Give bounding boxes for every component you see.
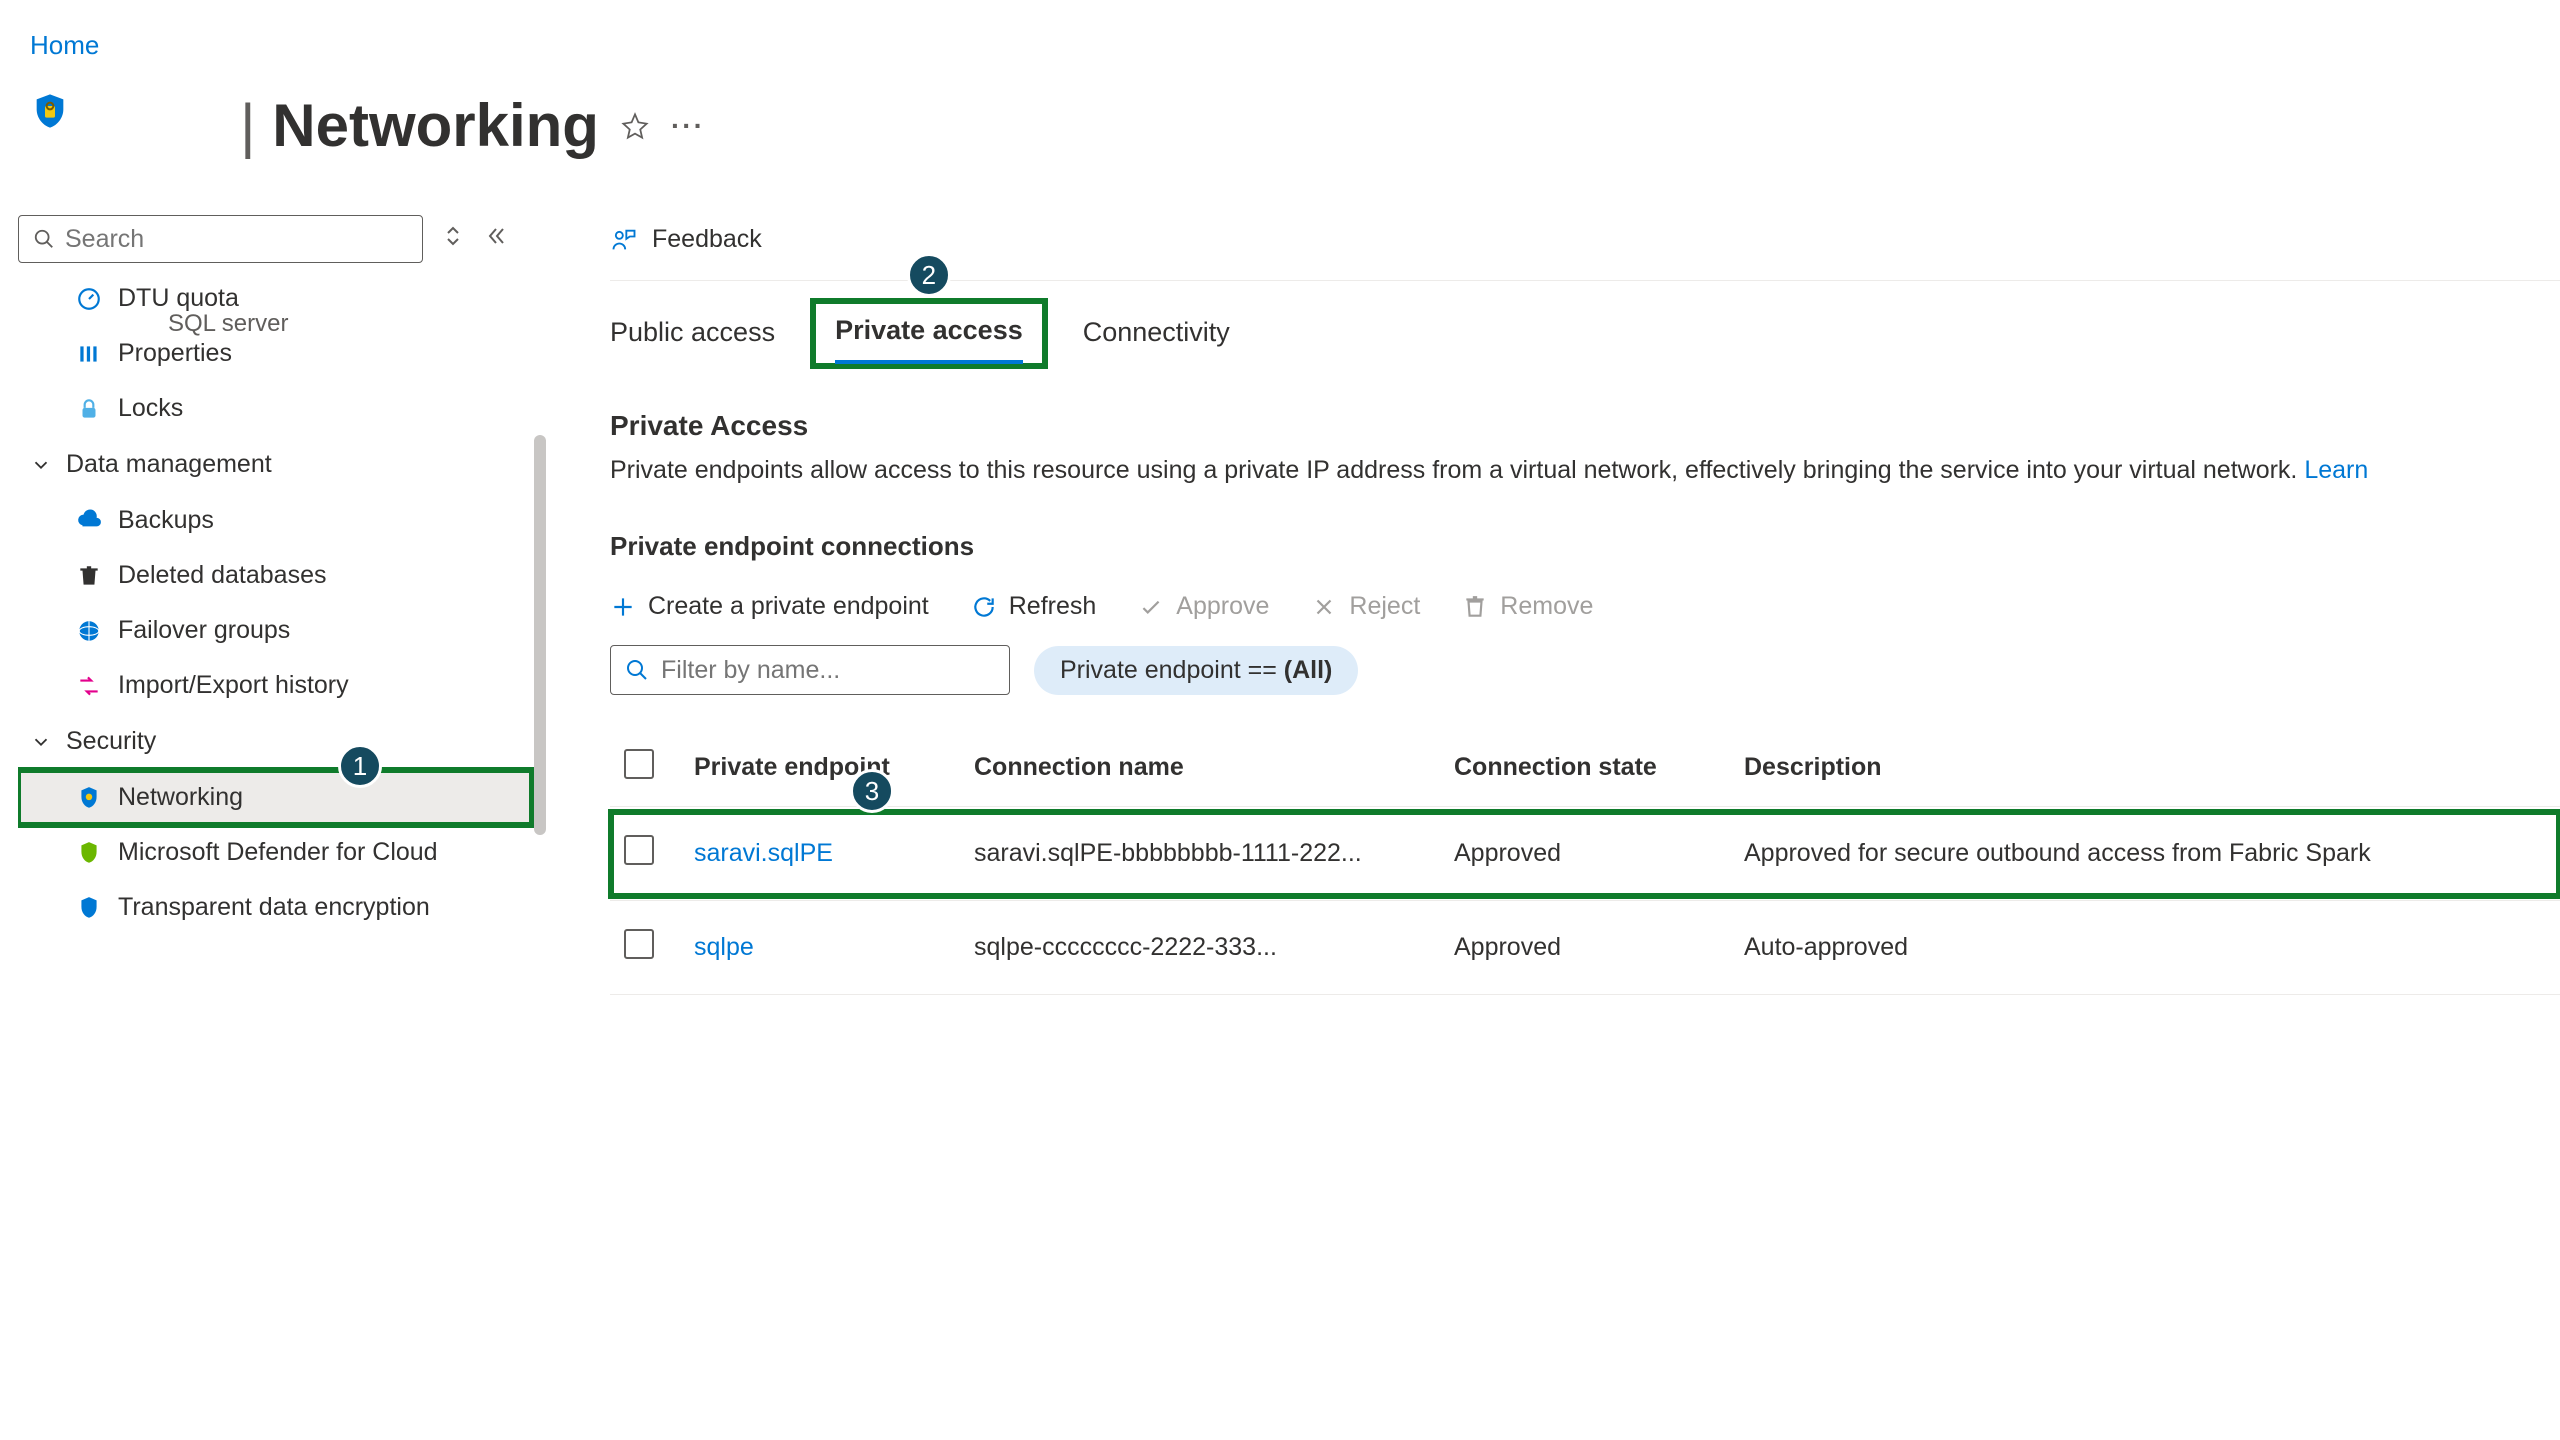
- sidebar-item-label: Failover groups: [118, 616, 290, 645]
- sidebar-search[interactable]: [18, 215, 423, 263]
- private-access-heading: Private Access: [610, 410, 2560, 442]
- collapse-sidebar-icon[interactable]: [483, 224, 517, 255]
- more-icon[interactable]: ···: [671, 110, 705, 142]
- x-icon: [1311, 594, 1337, 620]
- connection-name-cell: saravi.sqlPE-bbbbbbbb-1111-222...: [960, 807, 1440, 901]
- feedback-button[interactable]: Feedback: [610, 215, 2560, 280]
- select-all-checkbox[interactable]: [624, 749, 654, 779]
- sidebar-item-label: Locks: [118, 394, 183, 423]
- annotation-badge-2: 2: [907, 253, 951, 297]
- sidebar-search-input[interactable]: [65, 225, 408, 254]
- reject-button: Reject: [1311, 592, 1420, 621]
- private-access-description: Private endpoints allow access to this r…: [610, 456, 2560, 485]
- gauge-icon: [76, 286, 102, 312]
- table-row[interactable]: sqlpe sqlpe-cccccccc-2222-333... Approve…: [610, 901, 2560, 995]
- sort-icon[interactable]: [441, 224, 465, 255]
- scrollbar-thumb[interactable]: [534, 435, 546, 835]
- page-title: | Networking ···: [90, 91, 2530, 160]
- breadcrumb-home-link[interactable]: Home: [30, 30, 99, 60]
- annotation-badge-3: 3: [850, 769, 894, 813]
- title-separator: |: [240, 92, 256, 159]
- title-text: Networking: [272, 92, 599, 159]
- sidebar-item-import-export[interactable]: Import/Export history: [18, 658, 532, 713]
- pe-link[interactable]: saravi.sqlPE: [694, 839, 833, 867]
- checkmark-icon: [1138, 594, 1164, 620]
- sidebar-item-label: Backups: [118, 506, 214, 535]
- defender-icon: [76, 840, 102, 866]
- shield-lock-icon: [76, 895, 102, 921]
- sidebar-group-data-management[interactable]: Data management: [18, 436, 532, 493]
- tab-private-access[interactable]: Private access: [835, 303, 1023, 364]
- sidebar-item-label: Properties: [118, 339, 232, 368]
- import-export-icon: [76, 673, 102, 699]
- favorite-star-icon[interactable]: [621, 101, 649, 151]
- column-header-state[interactable]: Connection state: [1440, 729, 1730, 807]
- description-cell: Auto-approved: [1730, 901, 2560, 995]
- filter-input[interactable]: [661, 656, 995, 685]
- sidebar-item-tde[interactable]: Transparent data encryption: [18, 880, 532, 935]
- feedback-label: Feedback: [652, 225, 762, 254]
- sidebar-group-label: Security: [66, 727, 156, 756]
- remove-button: Remove: [1462, 592, 1593, 621]
- pe-connections-heading: Private endpoint connections: [610, 531, 2560, 562]
- pe-toolbar: Create a private endpoint Refresh Approv…: [610, 580, 2560, 633]
- filter-by-name[interactable]: [610, 645, 1010, 695]
- refresh-icon: [971, 594, 997, 620]
- connection-name-cell: sqlpe-cccccccc-2222-333...: [960, 901, 1440, 995]
- sidebar-item-failover-groups[interactable]: Failover groups: [18, 603, 532, 658]
- person-feedback-icon: [610, 226, 638, 254]
- annotation-badge-1: 1: [338, 744, 382, 788]
- trash-icon: [76, 563, 102, 589]
- chevron-down-icon: [30, 454, 52, 476]
- sidebar-item-label: Deleted databases: [118, 561, 326, 590]
- connection-state-cell: Approved: [1440, 901, 1730, 995]
- refresh-button[interactable]: Refresh: [971, 592, 1097, 621]
- globe-icon: [76, 618, 102, 644]
- sidebar-item-networking[interactable]: 1 Networking: [18, 770, 532, 825]
- resource-icon: [30, 91, 70, 131]
- plus-icon: [610, 594, 636, 620]
- column-header-pe[interactable]: Private endpoint 3: [680, 729, 960, 807]
- create-pe-button[interactable]: Create a private endpoint: [610, 592, 929, 621]
- tab-public-access[interactable]: Public access: [610, 305, 775, 366]
- properties-icon: [76, 341, 102, 367]
- sidebar-item-label: Import/Export history: [118, 671, 349, 700]
- learn-more-link[interactable]: Learn: [2304, 456, 2368, 484]
- approve-button: Approve: [1138, 592, 1269, 621]
- column-header-description[interactable]: Description: [1730, 729, 2560, 807]
- tab-connectivity[interactable]: Connectivity: [1083, 305, 1230, 366]
- sidebar-group-security[interactable]: Security: [18, 713, 532, 770]
- pe-link[interactable]: sqlpe: [694, 933, 754, 961]
- connection-state-cell: Approved: [1440, 807, 1730, 901]
- filter-pill-pe[interactable]: Private endpoint == (All): [1034, 646, 1358, 695]
- trash-icon: [1462, 594, 1488, 620]
- cloud-icon: [76, 508, 102, 534]
- search-icon: [625, 658, 649, 682]
- sidebar-item-locks[interactable]: Locks: [18, 381, 532, 436]
- column-header-connection[interactable]: Connection name: [960, 729, 1440, 807]
- sidebar-item-properties[interactable]: Properties: [18, 326, 532, 381]
- row-checkbox[interactable]: [624, 835, 654, 865]
- sidebar-item-deleted-databases[interactable]: Deleted databases: [18, 548, 532, 603]
- tabs: Public access 2 Private access Connectiv…: [610, 281, 2560, 366]
- row-checkbox[interactable]: [624, 929, 654, 959]
- sidebar-group-label: Data management: [66, 450, 272, 479]
- sidebar-item-defender[interactable]: Microsoft Defender for Cloud: [18, 825, 532, 880]
- description-cell: Approved for secure outbound access from…: [1730, 807, 2560, 901]
- sidebar-item-dtu-quota[interactable]: DTU quota: [18, 271, 532, 326]
- sidebar-item-backups[interactable]: Backups: [18, 493, 532, 548]
- pe-connections-table: Private endpoint 3 Connection name Conne…: [610, 729, 2560, 995]
- shield-icon: [76, 785, 102, 811]
- table-row[interactable]: saravi.sqlPE saravi.sqlPE-bbbbbbbb-1111-…: [610, 807, 2560, 901]
- search-icon: [33, 228, 55, 250]
- lock-icon: [76, 396, 102, 422]
- breadcrumb: Home: [30, 30, 2530, 61]
- sidebar-item-label: Microsoft Defender for Cloud: [118, 838, 438, 867]
- chevron-down-icon: [30, 731, 52, 753]
- sidebar-item-label: DTU quota: [118, 284, 239, 313]
- sidebar-item-label: Transparent data encryption: [118, 893, 430, 922]
- sidebar-item-label: Networking: [118, 783, 243, 812]
- sidebar-scrollbar[interactable]: [534, 235, 546, 1065]
